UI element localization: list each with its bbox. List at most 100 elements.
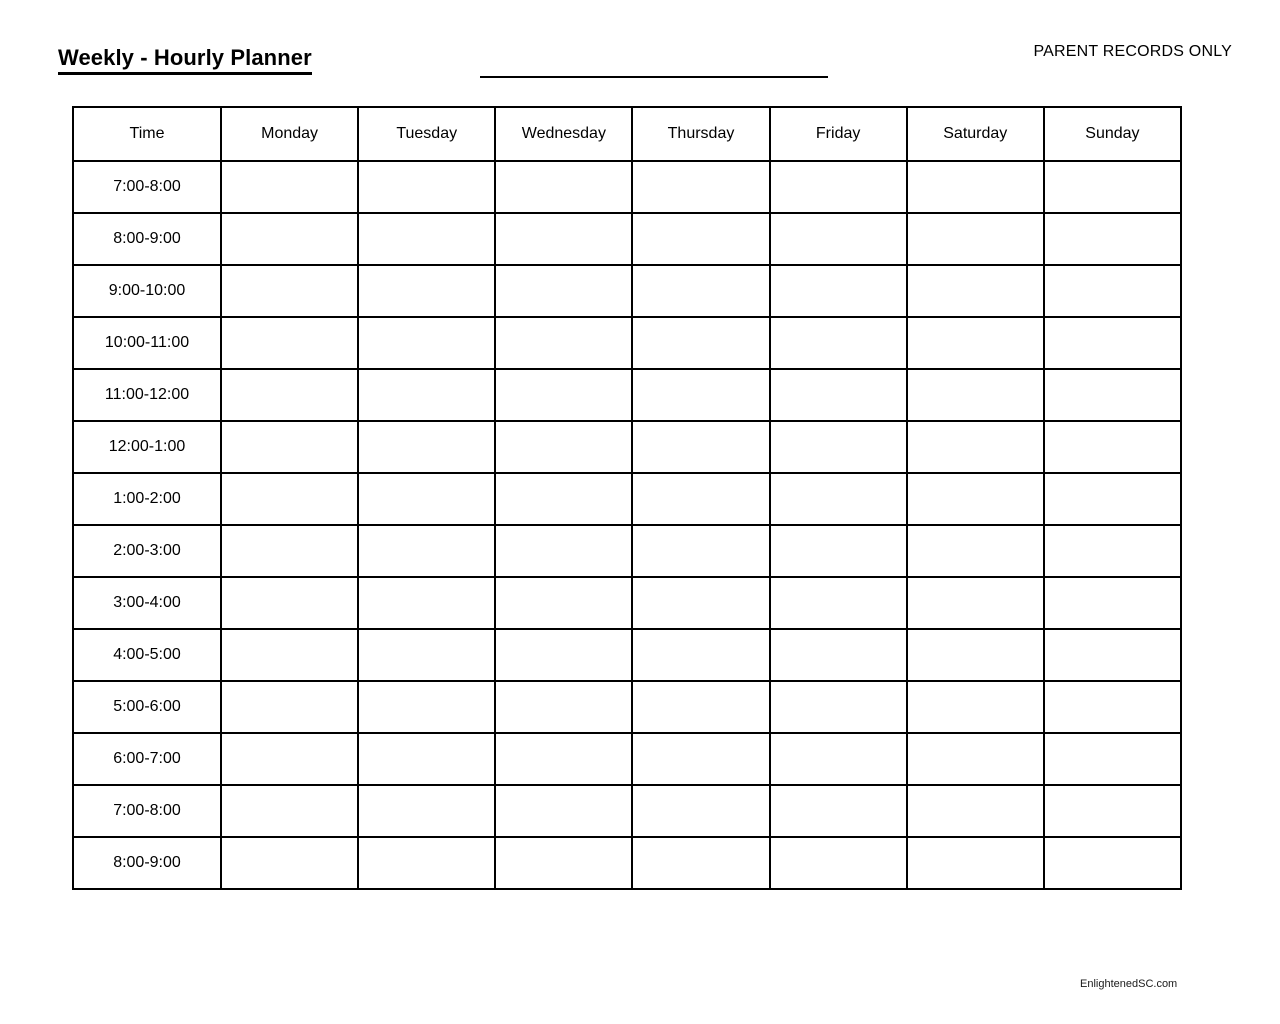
planner-entry-cell[interactable] <box>1042 836 1182 890</box>
planner-entry-cell[interactable] <box>768 368 908 422</box>
planner-entry-cell[interactable] <box>357 316 497 370</box>
planner-entry-cell[interactable] <box>905 264 1045 318</box>
planner-entry-cell[interactable] <box>768 680 908 734</box>
planner-entry-cell[interactable] <box>905 576 1045 630</box>
planner-entry-cell[interactable] <box>219 628 360 682</box>
planner-entry-cell[interactable] <box>1042 264 1182 318</box>
planner-entry-cell[interactable] <box>1042 524 1182 578</box>
planner-entry-cell[interactable] <box>768 472 908 526</box>
planner-entry-cell[interactable] <box>357 264 497 318</box>
planner-entry-cell[interactable] <box>768 160 908 214</box>
planner-entry-cell[interactable] <box>494 836 634 890</box>
planner-entry-cell[interactable] <box>1042 628 1182 682</box>
planner-entry-cell[interactable] <box>631 732 771 786</box>
planner-entry-cell[interactable] <box>1042 212 1182 266</box>
planner-entry-cell[interactable] <box>768 420 908 474</box>
planner-entry-cell[interactable] <box>494 212 634 266</box>
planner-entry-cell[interactable] <box>357 524 497 578</box>
planner-entry-cell[interactable] <box>219 264 360 318</box>
planner-entry-cell[interactable] <box>905 732 1045 786</box>
planner-entry-cell[interactable] <box>357 680 497 734</box>
planner-entry-cell[interactable] <box>1042 472 1182 526</box>
planner-entry-cell[interactable] <box>219 472 360 526</box>
planner-entry-cell[interactable] <box>905 368 1045 422</box>
planner-entry-cell[interactable] <box>768 524 908 578</box>
planner-entry-cell[interactable] <box>357 472 497 526</box>
planner-entry-cell[interactable] <box>357 160 497 214</box>
planner-entry-cell[interactable] <box>494 264 634 318</box>
planner-entry-cell[interactable] <box>219 160 360 214</box>
planner-entry-cell[interactable] <box>905 316 1045 370</box>
table-row: 7:00-8:00 <box>72 784 1182 838</box>
planner-entry-cell[interactable] <box>631 628 771 682</box>
planner-entry-cell[interactable] <box>768 628 908 682</box>
planner-entry-cell[interactable] <box>494 420 634 474</box>
planner-entry-cell[interactable] <box>494 368 634 422</box>
planner-entry-cell[interactable] <box>219 212 360 266</box>
planner-entry-cell[interactable] <box>905 680 1045 734</box>
planner-entry-cell[interactable] <box>631 524 771 578</box>
planner-entry-cell[interactable] <box>357 836 497 890</box>
planner-entry-cell[interactable] <box>905 212 1045 266</box>
planner-entry-cell[interactable] <box>219 316 360 370</box>
planner-entry-cell[interactable] <box>357 784 497 838</box>
planner-entry-cell[interactable] <box>494 524 634 578</box>
planner-entry-cell[interactable] <box>631 368 771 422</box>
planner-entry-cell[interactable] <box>631 160 771 214</box>
planner-entry-cell[interactable] <box>357 368 497 422</box>
planner-entry-cell[interactable] <box>357 576 497 630</box>
planner-entry-cell[interactable] <box>631 680 771 734</box>
planner-entry-cell[interactable] <box>768 732 908 786</box>
planner-entry-cell[interactable] <box>768 784 908 838</box>
planner-entry-cell[interactable] <box>357 732 497 786</box>
planner-entry-cell[interactable] <box>631 836 771 890</box>
planner-entry-cell[interactable] <box>219 836 360 890</box>
planner-entry-cell[interactable] <box>494 576 634 630</box>
planner-entry-cell[interactable] <box>631 212 771 266</box>
planner-entry-cell[interactable] <box>357 628 497 682</box>
planner-entry-cell[interactable] <box>1042 420 1182 474</box>
planner-entry-cell[interactable] <box>494 472 634 526</box>
planner-entry-cell[interactable] <box>494 784 634 838</box>
planner-entry-cell[interactable] <box>631 784 771 838</box>
planner-entry-cell[interactable] <box>494 160 634 214</box>
planner-entry-cell[interactable] <box>631 316 771 370</box>
planner-entry-cell[interactable] <box>1042 368 1182 422</box>
planner-entry-cell[interactable] <box>1042 784 1182 838</box>
planner-entry-cell[interactable] <box>494 316 634 370</box>
planner-entry-cell[interactable] <box>631 420 771 474</box>
planner-entry-cell[interactable] <box>494 732 634 786</box>
planner-entry-cell[interactable] <box>631 472 771 526</box>
planner-entry-cell[interactable] <box>219 368 360 422</box>
planner-entry-cell[interactable] <box>219 680 360 734</box>
planner-entry-cell[interactable] <box>1042 680 1182 734</box>
planner-entry-cell[interactable] <box>1042 732 1182 786</box>
planner-entry-cell[interactable] <box>219 420 360 474</box>
planner-entry-cell[interactable] <box>905 420 1045 474</box>
planner-entry-cell[interactable] <box>768 576 908 630</box>
planner-entry-cell[interactable] <box>768 316 908 370</box>
planner-entry-cell[interactable] <box>494 680 634 734</box>
planner-entry-cell[interactable] <box>905 628 1045 682</box>
planner-entry-cell[interactable] <box>905 524 1045 578</box>
planner-entry-cell[interactable] <box>219 784 360 838</box>
planner-entry-cell[interactable] <box>219 732 360 786</box>
planner-entry-cell[interactable] <box>494 628 634 682</box>
planner-entry-cell[interactable] <box>219 524 360 578</box>
planner-entry-cell[interactable] <box>768 264 908 318</box>
planner-entry-cell[interactable] <box>905 836 1045 890</box>
planner-entry-cell[interactable] <box>631 264 771 318</box>
planner-entry-cell[interactable] <box>1042 316 1182 370</box>
planner-entry-cell[interactable] <box>905 160 1045 214</box>
planner-entry-cell[interactable] <box>631 576 771 630</box>
planner-entry-cell[interactable] <box>1042 160 1182 214</box>
planner-entry-cell[interactable] <box>357 420 497 474</box>
planner-entry-cell[interactable] <box>768 212 908 266</box>
planner-entry-cell[interactable] <box>219 576 360 630</box>
write-in-line-field[interactable] <box>480 60 828 78</box>
planner-entry-cell[interactable] <box>905 472 1045 526</box>
planner-entry-cell[interactable] <box>1042 576 1182 630</box>
planner-entry-cell[interactable] <box>768 836 908 890</box>
planner-entry-cell[interactable] <box>357 212 497 266</box>
planner-entry-cell[interactable] <box>905 784 1045 838</box>
